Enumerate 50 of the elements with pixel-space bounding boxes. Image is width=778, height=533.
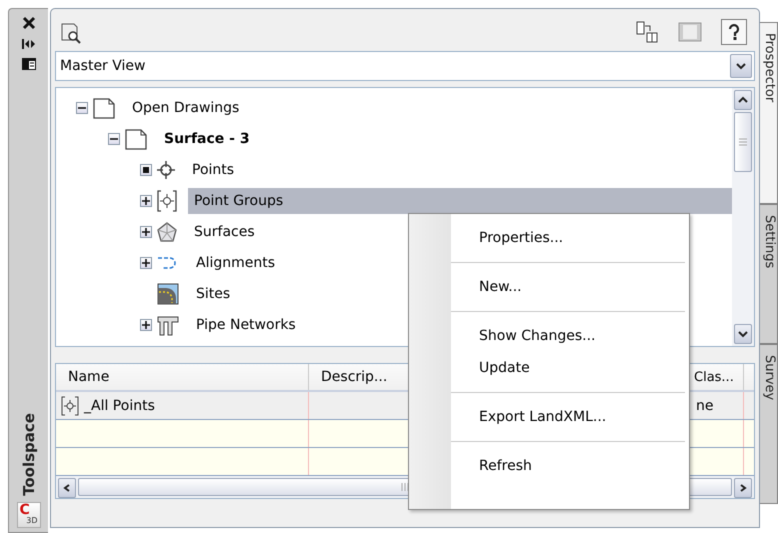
grip-icon bbox=[400, 483, 410, 491]
bracketed-crosshair-icon bbox=[60, 394, 80, 417]
tree-item[interactable]: Surface - 3 bbox=[158, 126, 732, 152]
chevron-down-icon bbox=[736, 62, 746, 70]
question-mark-icon bbox=[728, 24, 740, 40]
vertical-scrollbar[interactable] bbox=[732, 88, 754, 346]
toolspace-title: Toolspace bbox=[20, 413, 38, 496]
expand-toggle[interactable] bbox=[140, 194, 152, 206]
menu-item[interactable]: New... bbox=[451, 271, 689, 303]
layout-switch-icon[interactable] bbox=[635, 20, 659, 44]
chevron-up-icon bbox=[738, 96, 748, 104]
arrows-icon[interactable] bbox=[20, 37, 36, 51]
pentagon-icon bbox=[156, 220, 178, 242]
chevron-left-icon bbox=[62, 484, 72, 492]
grip-icon bbox=[739, 137, 747, 147]
table-cell: _All Points bbox=[56, 392, 309, 420]
panel-icon[interactable] bbox=[20, 57, 36, 71]
pipe-icon bbox=[156, 314, 180, 336]
side-tab[interactable]: Settings bbox=[760, 204, 778, 344]
bracketed-crosshair-icon bbox=[156, 188, 178, 212]
chevron-down-icon bbox=[738, 330, 748, 338]
view-dropdown[interactable]: Master View bbox=[55, 51, 755, 81]
menu-item[interactable]: Properties... bbox=[451, 222, 689, 254]
expand-toggle[interactable] bbox=[140, 226, 152, 238]
plus-icon bbox=[142, 228, 150, 236]
help-button[interactable] bbox=[721, 19, 747, 45]
road-tile-icon bbox=[156, 282, 180, 306]
collapse-toggle[interactable] bbox=[108, 132, 120, 144]
column-header[interactable]: Name bbox=[56, 364, 309, 390]
tree-item[interactable]: Points bbox=[186, 156, 732, 182]
side-tab[interactable]: Survey bbox=[760, 344, 778, 504]
side-tab[interactable]: Prospector bbox=[760, 22, 778, 204]
expand-toggle[interactable] bbox=[140, 256, 152, 268]
tree-item[interactable]: Open Drawings bbox=[126, 94, 732, 120]
app-logo: C 3D bbox=[16, 502, 40, 528]
plus-icon bbox=[142, 196, 150, 204]
node-toggle[interactable] bbox=[140, 164, 152, 176]
plus-icon bbox=[142, 258, 150, 266]
menu-item[interactable]: Refresh bbox=[451, 450, 689, 482]
tree-item[interactable]: Point Groups bbox=[188, 188, 732, 214]
chevron-right-icon bbox=[738, 484, 748, 492]
expand-toggle[interactable] bbox=[140, 318, 152, 330]
crosshair-icon bbox=[156, 160, 176, 180]
document-icon bbox=[92, 96, 116, 118]
close-icon[interactable] bbox=[20, 15, 36, 31]
document-icon bbox=[124, 128, 148, 150]
plus-icon bbox=[142, 320, 150, 328]
collapse-toggle[interactable] bbox=[76, 102, 88, 114]
dropdown-button[interactable] bbox=[730, 54, 752, 78]
menu-item[interactable]: Show Changes... bbox=[451, 320, 689, 352]
